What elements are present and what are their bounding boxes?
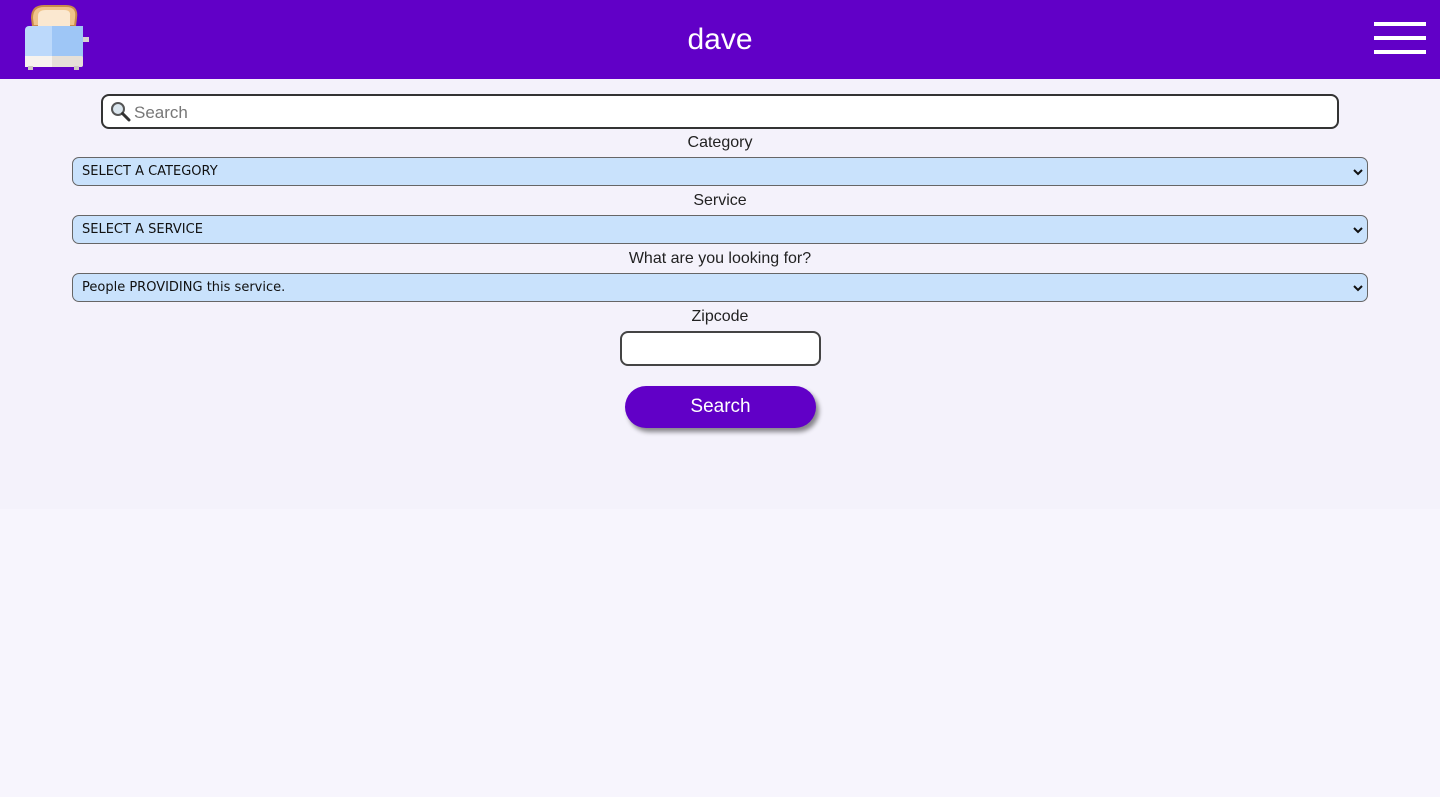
zipcode-label: Zipcode [691, 308, 749, 325]
app-title: dave [687, 23, 753, 56]
chevron-down-icon [1353, 169, 1363, 176]
hamburger-menu-icon[interactable] [1372, 21, 1426, 57]
menu-line [1374, 22, 1426, 26]
search-bar[interactable] [101, 94, 1339, 129]
menu-line [1374, 50, 1426, 54]
chevron-down-icon [1353, 285, 1363, 292]
magnifier-icon [111, 102, 131, 122]
service-label: Service [693, 192, 747, 209]
category-select[interactable]: SELECT A CATEGORY [72, 157, 1368, 186]
looking-for-select[interactable]: People PROVIDING this service. [72, 273, 1368, 302]
category-selected-value: SELECT A CATEGORY [82, 164, 218, 179]
app-header: dave [0, 0, 1440, 79]
service-select[interactable]: SELECT A SERVICE [72, 215, 1368, 244]
service-selected-value: SELECT A SERVICE [82, 222, 203, 237]
looking-for-selected-value: People PROVIDING this service. [82, 280, 286, 295]
menu-line [1374, 36, 1426, 40]
chevron-down-icon [1353, 227, 1363, 234]
looking-for-label: What are you looking for? [628, 250, 812, 267]
category-label: Category [687, 134, 753, 151]
search-input[interactable] [132, 96, 1326, 129]
zipcode-input[interactable] [620, 331, 821, 366]
search-button[interactable]: Search [625, 386, 816, 428]
